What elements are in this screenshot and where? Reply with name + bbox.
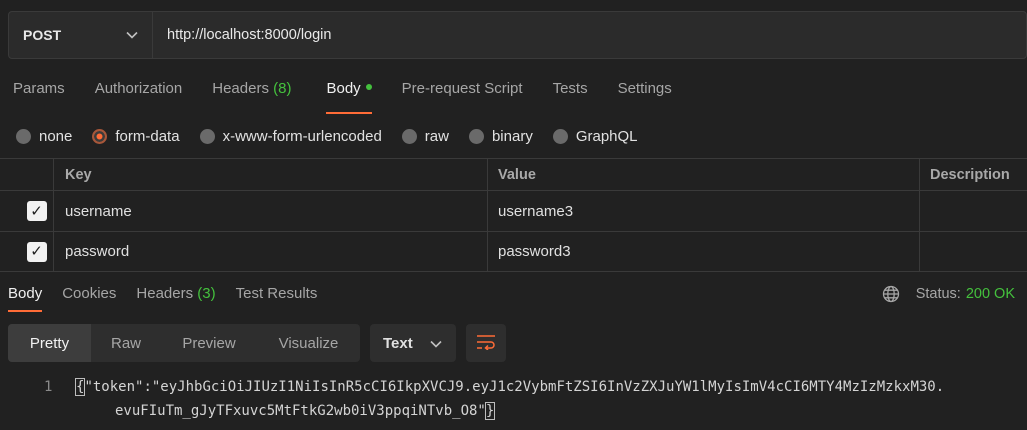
tab-label: Cookies (62, 285, 117, 302)
code-line-wrapped: evuFIuTm_gJyTFxuvc5MtFtkG2wb0iV3ppqiNTvb… (115, 402, 496, 420)
column-header-description: Description (930, 166, 1010, 183)
view-mode-segmented: Pretty Raw Preview Visualize (8, 324, 360, 362)
value-cell[interactable]: password3 (488, 232, 920, 271)
format-label: Text (383, 334, 413, 352)
radio-binary[interactable]: binary (468, 127, 533, 145)
radio-none[interactable]: none (16, 128, 72, 145)
key-cell[interactable]: password (54, 232, 488, 271)
status-label: Status: (915, 286, 961, 302)
description-cell[interactable] (920, 191, 1027, 231)
chevron-down-icon (430, 335, 442, 352)
view-visualize-button[interactable]: Visualize (257, 324, 360, 362)
tab-label: Test Results (235, 285, 318, 302)
tab-label: Headers (136, 285, 194, 302)
radio-icon (468, 128, 484, 144)
tab-label: Tests (552, 80, 588, 97)
table-header-row: Key Value Description (0, 158, 1027, 190)
close-brace: } (484, 402, 496, 420)
wrap-lines-button[interactable] (466, 324, 506, 362)
table-row: ✓ password password3 (0, 231, 1027, 272)
line-number: 1 (44, 379, 53, 395)
checkbox-icon[interactable]: ✓ (26, 241, 47, 262)
request-tabs: Params Authorization Headers (8) Body Pr… (0, 74, 672, 114)
row-check-cell: ✓ (0, 232, 54, 271)
tab-label: Headers (212, 80, 269, 97)
radio-raw[interactable]: raw (401, 127, 449, 145)
tab-params[interactable]: Params (13, 74, 65, 114)
radio-icon (552, 128, 568, 144)
tab-pre-request-script[interactable]: Pre-request Script (402, 74, 523, 114)
tab-body[interactable]: Body (326, 74, 372, 114)
tab-label: Pre-request Script (401, 80, 523, 97)
checkbox-icon[interactable]: ✓ (26, 201, 47, 221)
tab-tests[interactable]: Tests (553, 74, 588, 114)
radio-x-www-form-urlencoded[interactable]: x-www-form-urlencoded (199, 127, 382, 145)
tab-label: Settings (617, 80, 672, 97)
radio-icon (199, 128, 215, 144)
format-select[interactable]: Text (370, 324, 456, 362)
response-tab-cookies[interactable]: Cookies (62, 280, 116, 312)
code-line: {"token":"eyJhbGciOiJIUzI1NiIsInR5cCI6Ik… (74, 378, 945, 396)
header-check-cell (0, 159, 54, 190)
radio-graphql[interactable]: GraphQL (552, 127, 638, 145)
tab-label: Params (13, 80, 65, 97)
tab-label: Authorization (94, 80, 183, 97)
radio-icon (401, 128, 417, 144)
radio-icon (16, 128, 31, 144)
modified-dot-icon (365, 84, 372, 91)
view-preview-button[interactable]: Preview (161, 324, 257, 362)
tab-label: Body (326, 80, 361, 97)
tab-label: Body (8, 285, 43, 302)
response-tab-headers[interactable]: Headers (3) (136, 280, 215, 312)
form-data-table: Key Value Description ✓ username usernam… (0, 158, 1027, 272)
view-raw-button[interactable]: Raw (91, 324, 161, 362)
chevron-down-icon (126, 28, 138, 42)
radio-label: x-www-form-urlencoded (222, 127, 382, 145)
response-tab-body[interactable]: Body (8, 280, 43, 312)
tab-headers[interactable]: Headers (8) (212, 74, 291, 114)
method-label: POST (23, 27, 62, 43)
status-value[interactable]: 200 OK (966, 286, 1015, 302)
column-header-key: Key (54, 159, 488, 190)
url-input[interactable]: http://localhost:8000/login (153, 27, 331, 43)
response-tab-test-results[interactable]: Test Results (236, 280, 318, 312)
table-row: ✓ username username3 (0, 190, 1027, 231)
radio-selected-icon (92, 128, 108, 144)
code-text: evuFIuTm_gJyTFxuvc5MtFtkG2wb0iV3ppqiNTvb… (115, 403, 486, 419)
column-header-value: Value (488, 159, 920, 190)
row-check-cell: ✓ (0, 191, 54, 231)
tab-authorization[interactable]: Authorization (95, 74, 183, 114)
url-bar: POST http://localhost:8000/login (8, 11, 1027, 59)
body-type-options: none form-data x-www-form-urlencoded raw… (16, 126, 658, 146)
description-cell[interactable] (920, 232, 1027, 271)
response-tabs: Body Cookies Headers (3) Test Results (8, 280, 337, 312)
radio-form-data[interactable]: form-data (92, 127, 180, 145)
response-status: Status: 200 OK (882, 285, 1015, 303)
tab-count: (8) (273, 80, 292, 97)
radio-label: GraphQL (575, 127, 638, 145)
radio-label: binary (491, 127, 533, 145)
method-select[interactable]: POST (9, 12, 153, 58)
globe-icon[interactable] (882, 285, 900, 303)
tab-settings[interactable]: Settings (618, 74, 672, 114)
value-cell[interactable]: username3 (488, 191, 920, 231)
key-cell[interactable]: username (54, 191, 488, 231)
view-pretty-button[interactable]: Pretty (8, 324, 91, 362)
radio-label: none (39, 127, 73, 145)
radio-label: raw (424, 127, 449, 145)
code-text: "token":"eyJhbGciOiJIUzI1NiIsInR5cCI6Ikp… (84, 379, 945, 395)
radio-label: form-data (115, 127, 180, 145)
wrap-lines-icon (476, 334, 496, 353)
tab-count: (3) (197, 285, 216, 302)
